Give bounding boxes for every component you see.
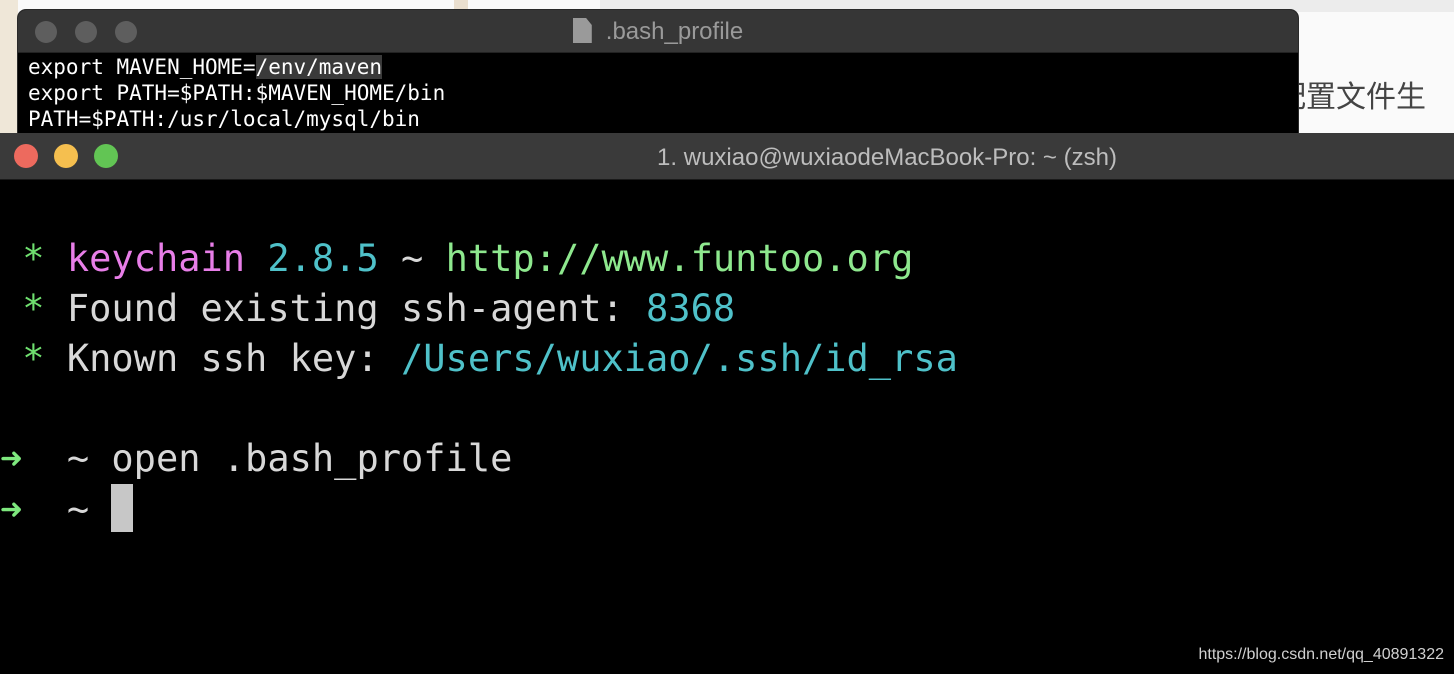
terminal-window[interactable]: 1. wuxiao@wuxiaodeMacBook-Pro: ~ (zsh) *… (0, 133, 1454, 674)
prompt-directory: ~ (66, 437, 90, 480)
editor-titlebar[interactable]: .bash_profile (18, 10, 1298, 53)
editor-line-text: export MAVEN_HOME= (28, 55, 256, 79)
bullet-star: * (22, 237, 45, 280)
separator: ~ (401, 237, 424, 280)
background-image-strip (0, 0, 18, 140)
terminal-prompt-line[interactable]: ➜ ~ (0, 484, 134, 534)
prompt-directory: ~ (66, 488, 90, 531)
editor-line: PATH=$PATH:/usr/local/mysql/bin (28, 106, 1298, 132)
terminal-line: * Known ssh key: /Users/wuxiao/.ssh/id_r… (0, 334, 958, 384)
bullet-star: * (22, 337, 45, 380)
document-icon (572, 18, 592, 43)
keychain-name: keychain (66, 237, 246, 280)
prompt-command: open .bash_profile (111, 437, 513, 480)
editor-title-text: .bash_profile (605, 18, 744, 45)
editor-title: .bash_profile (18, 18, 1298, 46)
terminal-line: * Found existing ssh-agent: 8368 (0, 284, 735, 334)
prompt-arrow-icon: ➜ (0, 437, 23, 480)
editor-line: export MAVEN_HOME=/env/maven (28, 54, 1298, 80)
editor-window[interactable]: .bash_profile export MAVEN_HOME=/env/mav… (18, 10, 1298, 136)
editor-line-text: export PATH=$PATH:$MAVEN_HOME/bin (28, 81, 446, 105)
terminal-output[interactable]: * keychain 2.8.5 ~ http://www.funtoo.org… (0, 180, 1454, 653)
terminal-titlebar[interactable]: 1. wuxiao@wuxiaodeMacBook-Pro: ~ (zsh) (0, 133, 1454, 180)
watermark: https://blog.csdn.net/qq_40891322 (1198, 646, 1444, 663)
ssh-key-label: Known ssh key: (66, 337, 379, 380)
editor-line-text: PATH=$PATH:/usr/local/mysql/bin (28, 107, 420, 131)
bullet-star: * (22, 287, 45, 330)
text-cursor[interactable] (111, 484, 134, 532)
editor-line: export PATH=$PATH:$MAVEN_HOME/bin (28, 80, 1298, 106)
prompt-arrow-icon: ➜ (0, 488, 23, 531)
funtoo-url: http://www.funtoo.org (445, 237, 914, 280)
ssh-key-path: /Users/wuxiao/.ssh/id_rsa (401, 337, 958, 380)
terminal-title: 1. wuxiao@wuxiaodeMacBook-Pro: ~ (zsh) (657, 144, 1117, 171)
keychain-version: 2.8.5 (267, 237, 379, 280)
terminal-prompt-line: ➜ ~ open .bash_profile (0, 434, 512, 484)
background-partial-text: 配置文件生 (1276, 80, 1426, 115)
editor-selection: /env/maven (255, 55, 383, 79)
ssh-agent-label: Found existing ssh-agent: (66, 287, 624, 330)
ssh-agent-pid: 8368 (646, 287, 736, 330)
terminal-line: * keychain 2.8.5 ~ http://www.funtoo.org (0, 234, 913, 284)
editor-text-area[interactable]: export MAVEN_HOME=/env/maven export PATH=… (18, 53, 1298, 132)
